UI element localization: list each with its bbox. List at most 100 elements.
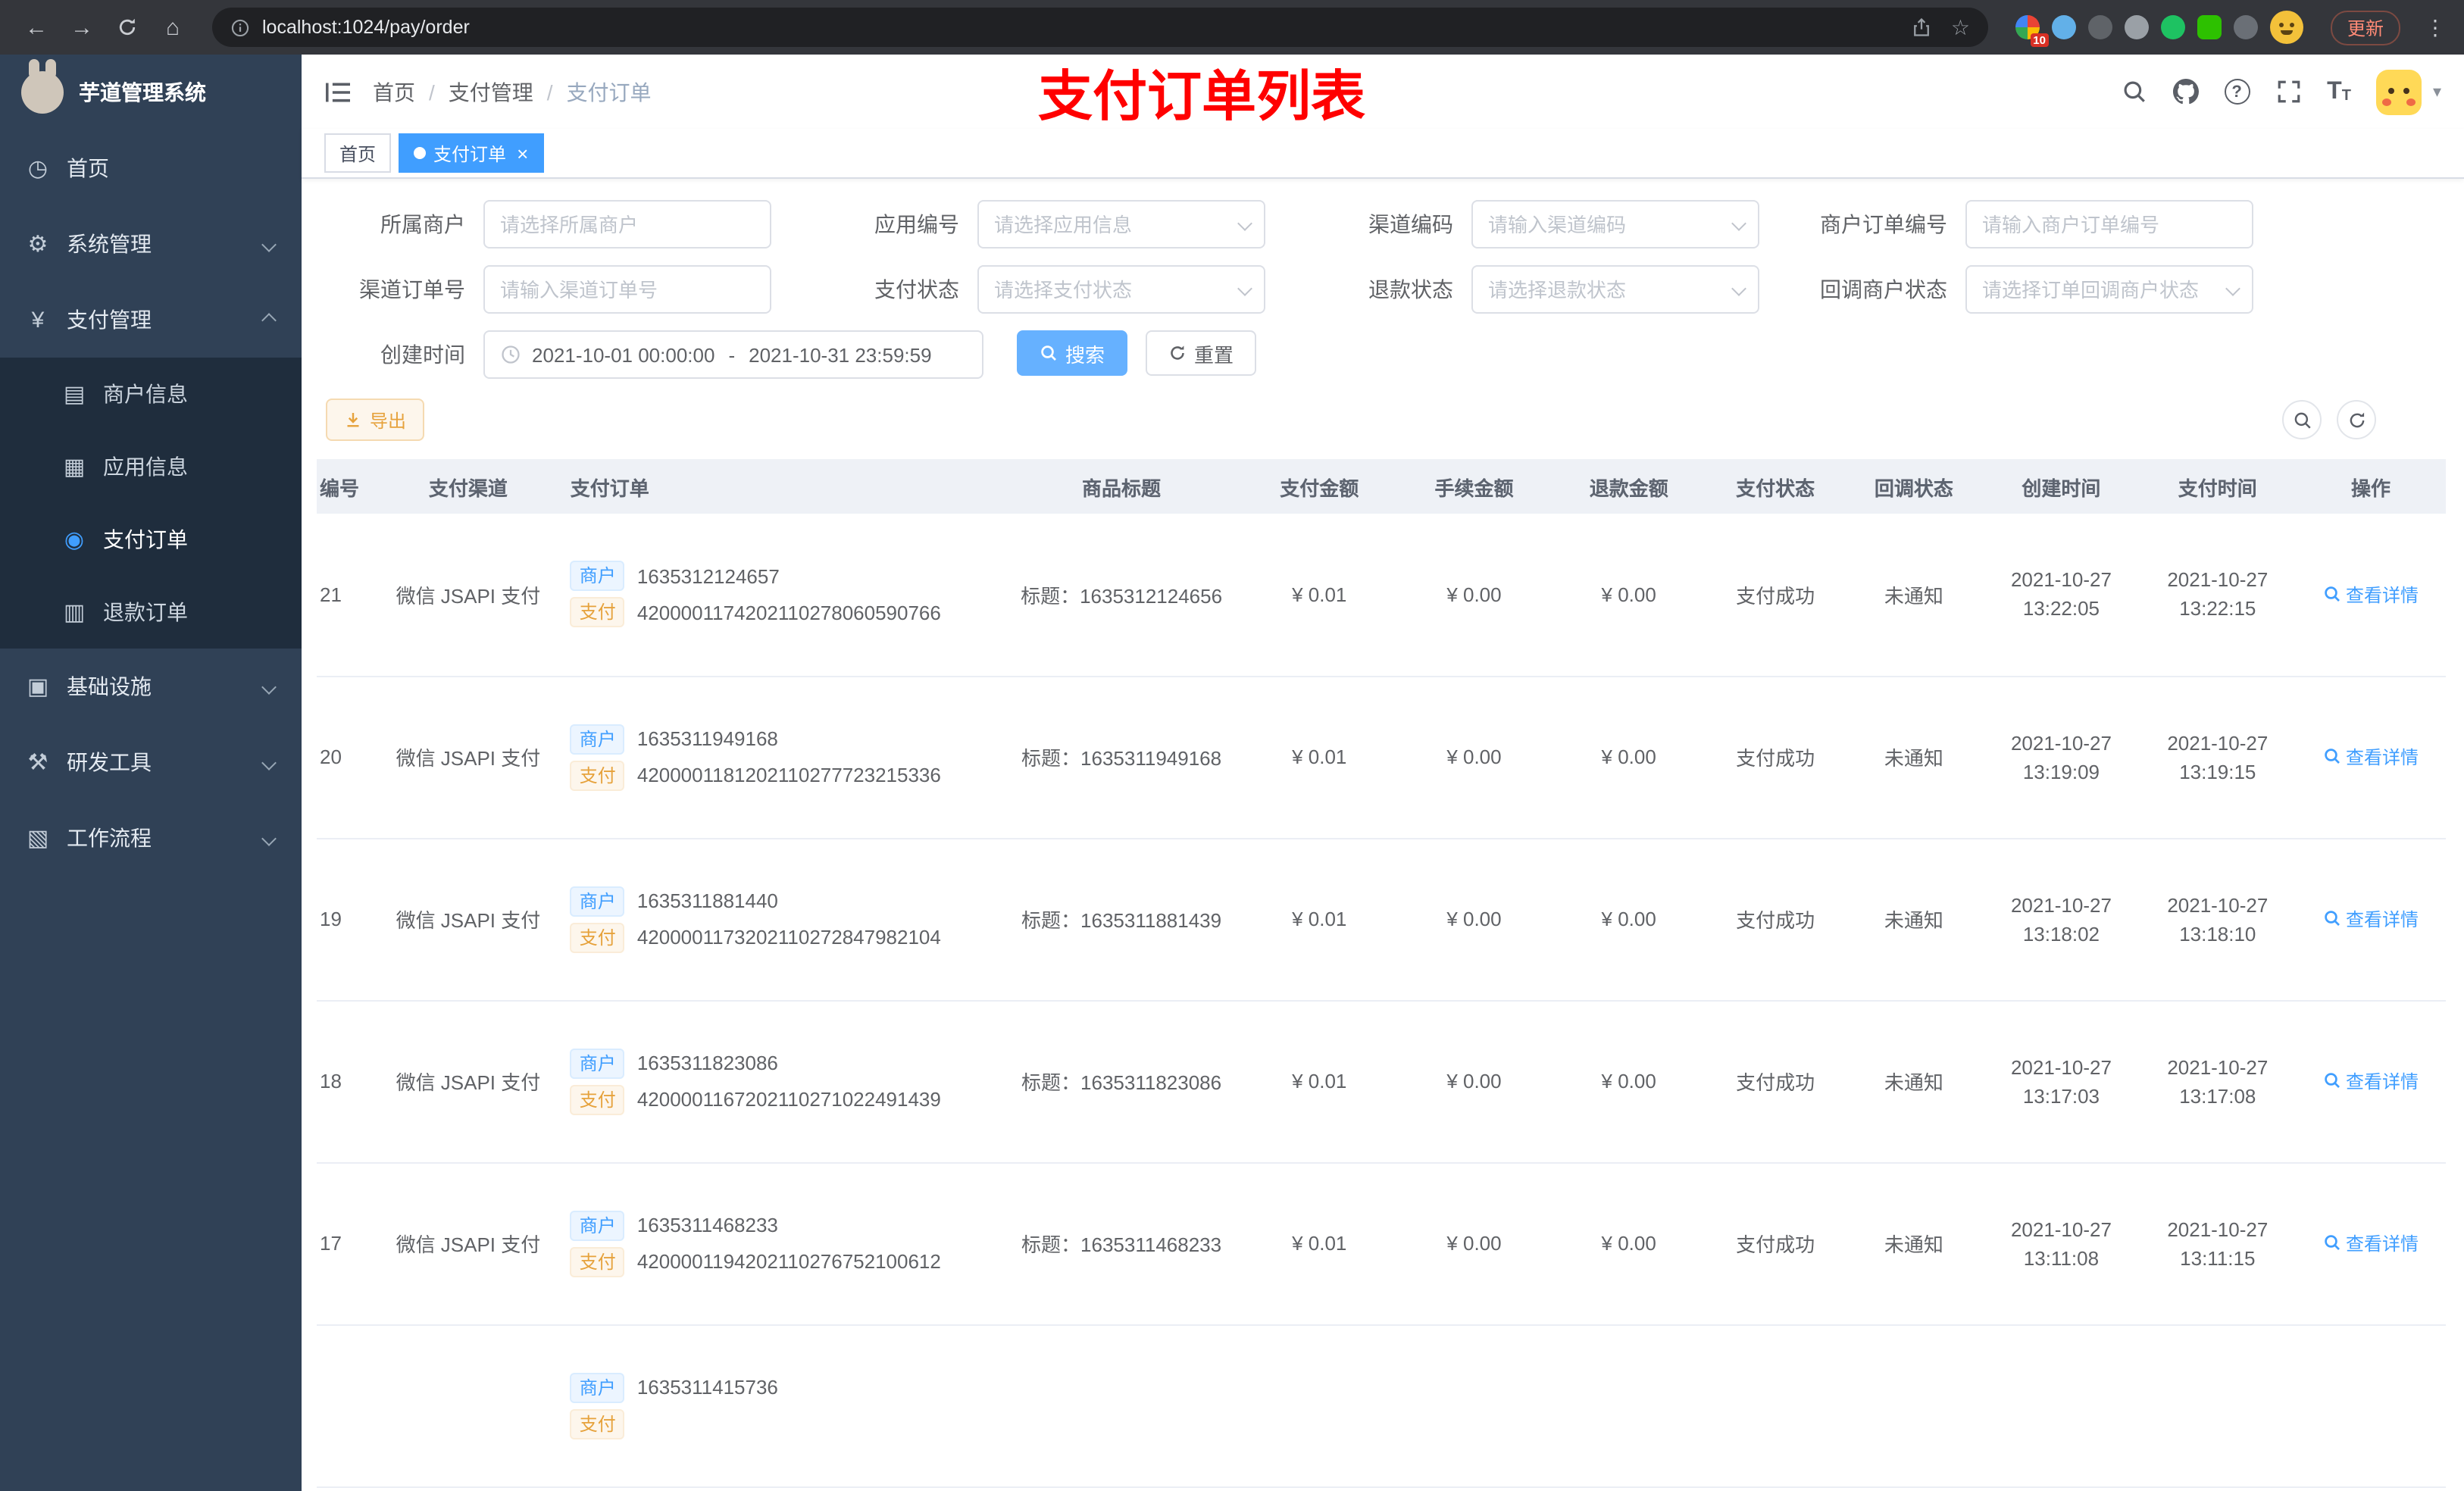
user-menu[interactable]: ▾ xyxy=(2376,69,2441,114)
sidebar: 芋道管理系统 ◷ 首页 ⚙ 系统管理 ¥ 支付管理 ▤ 商户信息 ▦ 应用信息 … xyxy=(0,55,302,1491)
browser-menu-icon[interactable]: ⋮ xyxy=(2425,14,2446,40)
breadcrumb-home[interactable]: 首页 xyxy=(373,77,415,107)
merchant-input[interactable] xyxy=(483,200,771,248)
user-avatar[interactable] xyxy=(2376,69,2422,114)
sidebar-item-app-info[interactable]: ▦ 应用信息 xyxy=(0,430,302,503)
channel-pay-no: 4200001194202110276752100612 xyxy=(636,1250,941,1273)
sidebar-item-label: 商户信息 xyxy=(103,382,188,406)
export-button[interactable]: 导出 xyxy=(326,399,425,441)
table-row: 21 微信 JSAPI 支付 商户 1635312124657 支付 42000… xyxy=(317,514,2446,677)
document-icon: ▥ xyxy=(63,600,86,626)
extension-icon[interactable] xyxy=(2087,15,2112,39)
cell-amount: ¥ 0.01 xyxy=(1242,838,1397,1001)
sidebar-item-refund-order[interactable]: ▥ 退款订单 xyxy=(0,576,302,649)
font-size-icon[interactable]: TT xyxy=(2327,79,2351,104)
hamburger-icon[interactable] xyxy=(324,80,352,104)
sidebar-item-home[interactable]: ◷ 首页 xyxy=(0,130,302,206)
fullscreen-icon[interactable] xyxy=(2275,79,2301,105)
site-info-icon[interactable] xyxy=(230,17,250,37)
time-line: 13:11:08 xyxy=(2023,1246,2100,1269)
cell-id: 18 xyxy=(317,1000,373,1163)
sidebar-item-payment[interactable]: ¥ 支付管理 xyxy=(0,282,302,358)
channel-pay-no: 4200001173202110272847982104 xyxy=(636,926,941,949)
extension-icon[interactable] xyxy=(2051,15,2076,39)
sidebar-item-devtools[interactable]: ⚒ 研发工具 xyxy=(0,724,302,800)
extension-icon[interactable] xyxy=(2197,15,2222,39)
dashboard-icon: ◷ xyxy=(27,156,48,182)
home-icon: ⌂ xyxy=(165,14,180,40)
cell-fee: ¥ 0.00 xyxy=(1396,1162,1552,1325)
cell-pay-status: 支付成功 xyxy=(1706,838,1845,1001)
channel-order-no-input[interactable] xyxy=(483,265,771,314)
sidebar-item-pay-order[interactable]: ◉ 支付订单 xyxy=(0,503,302,576)
search-button[interactable]: 搜索 xyxy=(1017,330,1128,376)
view-detail-link[interactable]: 查看详情 xyxy=(2323,906,2419,932)
filter-pay-status: 支付状态 xyxy=(811,265,1305,314)
refresh-table-button[interactable] xyxy=(2337,400,2376,439)
cell-channel: 微信 JSAPI 支付 xyxy=(372,1162,564,1325)
view-detail-link[interactable]: 查看详情 xyxy=(2323,581,2419,607)
view-detail-label: 查看详情 xyxy=(2345,1233,2419,1255)
date-range-picker[interactable]: 2021-10-01 00:00:00 - 2021-10-31 23:59:5… xyxy=(483,330,983,379)
extensions-pin-icon[interactable] xyxy=(2233,15,2258,39)
tab-label: 支付订单 xyxy=(433,143,507,164)
sidebar-item-workflow[interactable]: ▧ 工作流程 xyxy=(0,800,302,876)
sidebar-item-merchant-info[interactable]: ▤ 商户信息 xyxy=(0,358,302,430)
col-channel: 支付渠道 xyxy=(372,459,564,514)
merchant-order-no-input[interactable] xyxy=(1965,200,2253,248)
cell-id: 19 xyxy=(317,838,373,1001)
address-bar[interactable]: localhost:1024/pay/order ☆ xyxy=(212,8,1988,47)
back-button[interactable]: ← xyxy=(18,9,55,45)
toggle-search-button[interactable] xyxy=(2282,400,2322,439)
breadcrumb-payment[interactable]: 支付管理 xyxy=(449,77,533,107)
sidebar-item-system[interactable]: ⚙ 系统管理 xyxy=(0,206,302,282)
bookmark-star-icon[interactable]: ☆ xyxy=(1951,17,1970,38)
extension-icon[interactable] xyxy=(2160,15,2185,39)
help-icon[interactable]: ? xyxy=(2224,79,2250,105)
bank-card-icon: ▤ xyxy=(63,382,86,408)
view-detail-link[interactable]: 查看详情 xyxy=(2323,744,2419,770)
app-id-select[interactable] xyxy=(977,200,1265,248)
filter-channel-order-no: 渠道订单号 xyxy=(317,265,811,314)
share-icon[interactable] xyxy=(1912,17,1933,38)
search-icon[interactable] xyxy=(2121,79,2147,105)
clock-icon xyxy=(502,345,520,364)
view-detail-link[interactable]: 查看详情 xyxy=(2323,1068,2419,1094)
cell-pay-time: 2021-10-27 13:17:08 xyxy=(2139,1000,2296,1163)
col-amount: 支付金额 xyxy=(1242,459,1397,514)
view-detail-link[interactable]: 查看详情 xyxy=(2323,1230,2419,1256)
close-icon[interactable]: × xyxy=(517,143,528,163)
github-icon[interactable] xyxy=(2172,79,2199,105)
refund-status-select[interactable] xyxy=(1471,265,1759,314)
chevron-up-icon xyxy=(261,312,277,327)
cell-pay-status: 支付成功 xyxy=(1706,676,1845,839)
notify-status-select[interactable] xyxy=(1965,265,2253,314)
tab-pay-order[interactable]: 支付订单 × xyxy=(399,133,544,173)
cell-amount: ¥ 0.01 xyxy=(1242,514,1397,677)
page-title-annotation: 支付订单列表 xyxy=(1038,64,1366,127)
extension-icon[interactable]: 10 xyxy=(2015,15,2049,47)
reload-button[interactable] xyxy=(109,9,145,45)
date-end-value: 2021-10-31 23:59:59 xyxy=(749,343,932,366)
top-navbar: 首页 / 支付管理 / 支付订单 支付订单列表 ? TT ▾ xyxy=(302,55,2464,129)
cell-amount xyxy=(1242,1324,1397,1487)
cell-channel xyxy=(372,1324,564,1487)
reset-button[interactable]: 重置 xyxy=(1146,330,1257,376)
merchant-tag: 商户 xyxy=(570,561,625,592)
sidebar-item-infrastructure[interactable]: ▣ 基础设施 xyxy=(0,649,302,724)
table-toolbar: 导出 xyxy=(317,399,2446,441)
home-button[interactable]: ⌂ xyxy=(155,9,191,45)
tab-home[interactable]: 首页 xyxy=(324,133,392,173)
app-logo: 芋道管理系统 xyxy=(0,55,302,130)
forward-button[interactable]: → xyxy=(64,9,100,45)
pay-tag: 支付 xyxy=(570,597,625,628)
filter-label: 所属商户 xyxy=(380,212,465,236)
sidebar-item-label: 研发工具 xyxy=(67,750,152,774)
time-line: 13:22:15 xyxy=(2179,597,2256,620)
browser-profile-avatar[interactable] xyxy=(2269,11,2303,44)
pay-status-select[interactable] xyxy=(977,265,1265,314)
channel-code-select[interactable] xyxy=(1471,200,1759,248)
browser-update-button[interactable]: 更新 xyxy=(2330,10,2400,45)
cell-id xyxy=(317,1324,373,1487)
extension-icon[interactable] xyxy=(2124,15,2149,39)
